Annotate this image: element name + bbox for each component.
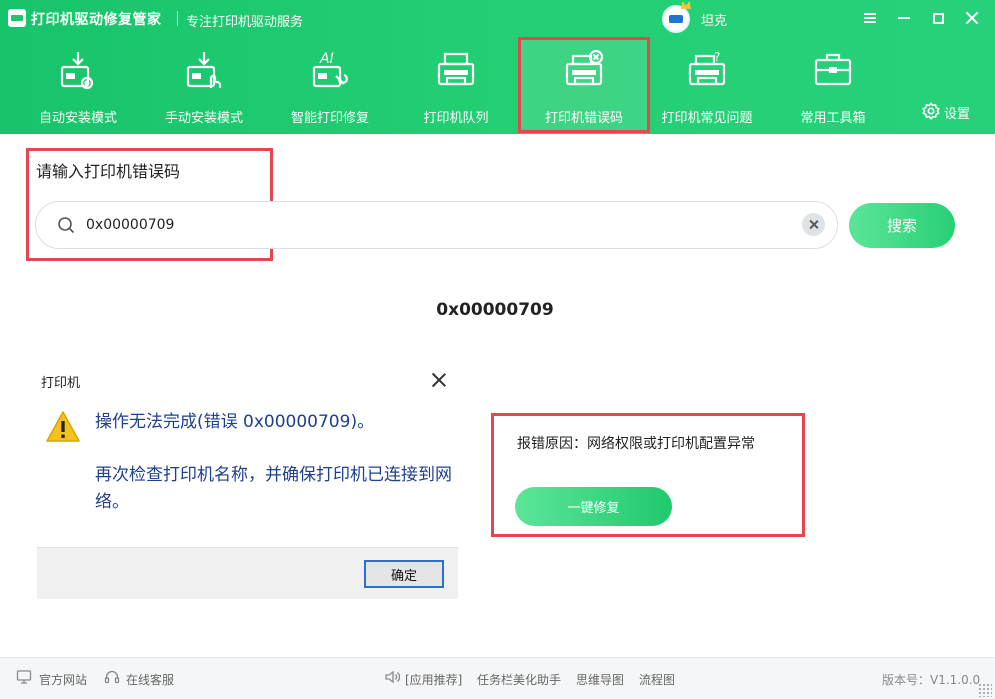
warning-icon <box>46 411 80 442</box>
footer-bar: 官方网站 在线客服 [应用推荐] 任务栏美化助手 思维导图 流程图 版本号：V1… <box>0 657 995 699</box>
dialog-detail: 再次检查打印机名称，并确保打印机已连接到网络。 <box>95 465 452 512</box>
nav-label: 常用工具箱 <box>800 111 866 126</box>
gear-icon <box>922 102 940 120</box>
auto-install-icon <box>60 52 94 90</box>
recommend-label: [应用推荐] <box>405 673 463 687</box>
nav-label: 打印机队列 <box>423 111 489 126</box>
app-subtitle: 专注打印机驱动服务 <box>186 15 304 30</box>
user-avatar[interactable] <box>662 5 690 33</box>
nav-printer-queue[interactable]: 打印机队列 <box>400 40 512 130</box>
maximize-icon[interactable] <box>928 8 948 28</box>
clear-search-button[interactable] <box>802 213 825 236</box>
version-label: 版本号：V1.1.0.0 <box>882 673 981 687</box>
online-service-link[interactable]: 在线客服 <box>126 671 174 688</box>
one-click-fix-button[interactable]: 一键修复 <box>515 487 672 526</box>
close-icon[interactable] <box>962 8 982 28</box>
resize-grip[interactable] <box>978 683 992 697</box>
search-button[interactable]: 搜索 <box>849 203 955 248</box>
nav-ai-repair[interactable]: AI 智能打印修复 <box>274 40 386 130</box>
headset-icon <box>104 670 120 684</box>
app-logo-icon <box>8 9 26 27</box>
username[interactable]: 坦克 <box>701 10 727 29</box>
search-label: 请输入打印机错误码 <box>36 162 181 181</box>
official-site-link[interactable]: 官方网站 <box>39 671 87 688</box>
minimize-icon[interactable] <box>894 8 914 28</box>
svg-text:AI: AI <box>319 51 334 67</box>
app-title: 打印机驱动修复管家 <box>31 12 162 28</box>
title-divider <box>177 11 178 26</box>
dialog-title: 打印机 <box>41 376 81 391</box>
toolbox-icon <box>814 53 852 86</box>
nav-label: 智能打印修复 <box>290 111 369 126</box>
app-link-flowchart[interactable]: 流程图 <box>639 671 675 688</box>
printer-queue-icon <box>437 52 475 86</box>
speaker-icon <box>385 670 400 684</box>
search-icon <box>58 217 75 234</box>
dialog-footer: 确定 <box>37 547 458 599</box>
app-link-mindmap[interactable]: 思维导图 <box>576 671 624 688</box>
dialog-ok-button: 确定 <box>364 560 444 588</box>
nav-toolbox[interactable]: 常用工具箱 <box>782 40 884 130</box>
nav-label: 打印机常见问题 <box>661 111 753 126</box>
search-input[interactable] <box>86 213 686 237</box>
manual-install-icon <box>186 52 222 88</box>
dialog-message: 操作无法完成(错误 0x00000709)。 <box>95 412 375 432</box>
menu-icon[interactable] <box>860 8 880 28</box>
settings-button[interactable]: 设置 <box>922 102 971 122</box>
nav-manual-install[interactable]: 手动安装模式 <box>148 40 260 130</box>
nav-printer-error-code[interactable]: 打印机错误码 <box>518 37 650 133</box>
settings-label: 设置 <box>944 107 971 122</box>
printer-error-icon <box>565 50 604 86</box>
app-link-taskbar[interactable]: 任务栏美化助手 <box>477 671 561 688</box>
nav-auto-install[interactable]: 自动安装模式 <box>22 40 134 130</box>
nav-printer-faq[interactable]: ? 打印机常见问题 <box>656 40 758 130</box>
ai-repair-icon: AI <box>312 51 348 88</box>
error-reason: 报错原因：网络权限或打印机配置异常 <box>517 436 755 452</box>
printer-faq-icon: ? <box>688 50 726 86</box>
nav-label: 自动安装模式 <box>38 111 117 126</box>
monitor-icon <box>16 670 32 684</box>
title-bar: 打印机驱动修复管家 专注打印机驱动服务 坦克 <box>0 0 995 36</box>
error-dialog-preview: 打印机 操作无法完成(错误 0x00000709)。 再次检查打印机名称，并确保… <box>37 363 458 599</box>
error-code-title: 0x00000709 <box>436 300 554 320</box>
svg-text:?: ? <box>714 50 720 64</box>
nav-label: 打印机错误码 <box>544 111 623 126</box>
dialog-close-icon <box>431 372 447 388</box>
nav-label: 手动安装模式 <box>164 111 243 126</box>
app-header: 打印机驱动修复管家 专注打印机驱动服务 坦克 自动安装模式 手动安装模式 AI … <box>0 0 995 134</box>
